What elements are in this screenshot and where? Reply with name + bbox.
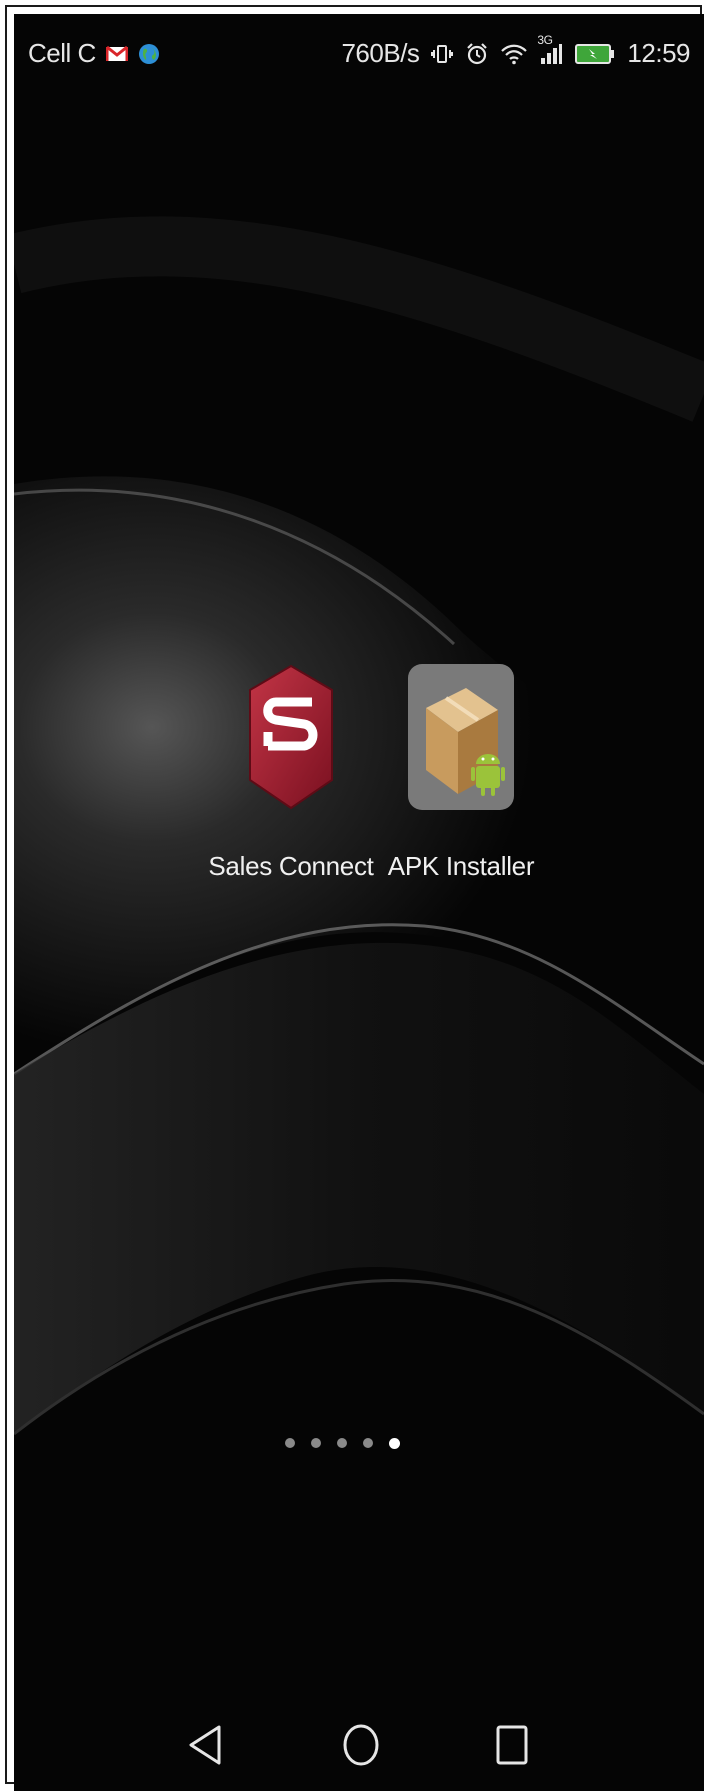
back-icon xyxy=(189,1725,221,1765)
page-dot[interactable] xyxy=(284,1438,295,1448)
globe-icon xyxy=(138,43,160,65)
apk-installer-icon xyxy=(408,664,514,810)
page-dot[interactable] xyxy=(336,1438,347,1448)
page-dot[interactable] xyxy=(362,1438,373,1448)
network-type: 3G xyxy=(537,32,553,47)
gmail-icon xyxy=(105,45,128,63)
alarm-icon xyxy=(465,42,489,66)
page-dot-active[interactable] xyxy=(388,1438,400,1449)
app-label: APK Installer xyxy=(387,851,535,881)
recents-button[interactable] xyxy=(487,1720,537,1770)
navigation-bar xyxy=(14,1694,704,1784)
home-button[interactable] xyxy=(336,1720,386,1770)
status-bar-left: Cell C xyxy=(28,38,160,69)
phone-screen: Cell C 760B/s 3G 12:59 Sales Connect APK… xyxy=(14,14,704,1791)
battery-charging-icon xyxy=(575,43,615,65)
home-icon xyxy=(343,1724,379,1766)
wallpaper xyxy=(14,14,704,1791)
clock: 12:59 xyxy=(627,38,690,68)
recents-icon xyxy=(496,1725,528,1765)
status-bar-right: 760B/s 3G 12:59 xyxy=(341,33,690,69)
page-dot[interactable] xyxy=(310,1438,321,1448)
signal-icon: 3G xyxy=(537,33,563,65)
page-indicator xyxy=(14,1438,704,1449)
wifi-icon xyxy=(501,43,528,65)
vibrate-icon xyxy=(431,43,454,65)
app-sales-connect[interactable]: Sales Connect xyxy=(206,662,376,882)
sales-connect-icon xyxy=(249,664,333,810)
back-button[interactable] xyxy=(180,1720,230,1770)
status-bar: Cell C 760B/s 3G 12:59 xyxy=(14,14,704,94)
network-speed: 760B/s xyxy=(341,38,420,68)
app-label: Sales Connect xyxy=(208,851,374,881)
app-apk-installer[interactable]: APK Installer xyxy=(376,662,546,882)
carrier-name: Cell C xyxy=(28,38,96,68)
